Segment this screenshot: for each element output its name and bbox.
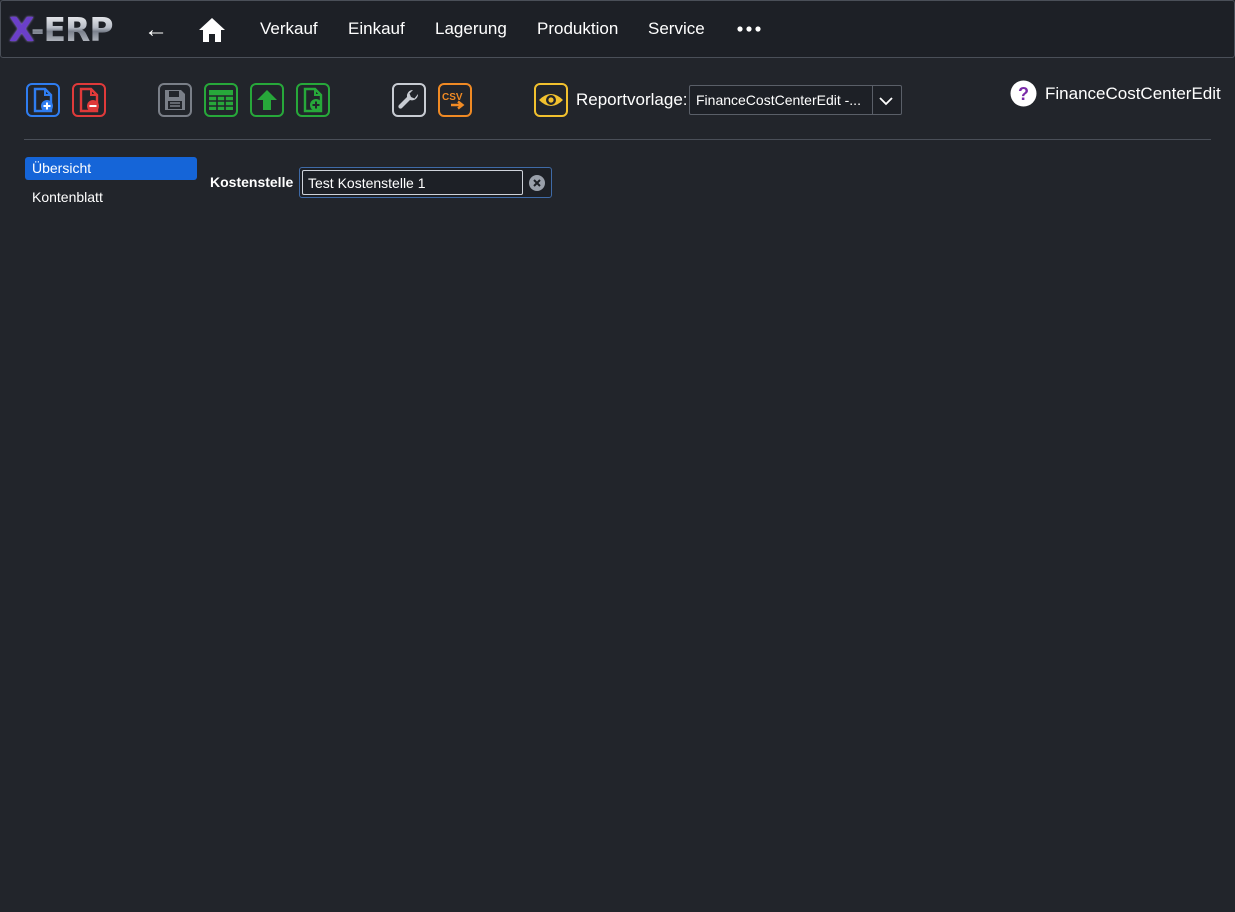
nav-item-produktion[interactable]: Produktion — [537, 19, 618, 39]
file-plus-icon — [33, 87, 53, 113]
csv-export-icon: CSV — [442, 92, 465, 110]
upload-button[interactable] — [250, 83, 284, 117]
save-button[interactable] — [158, 83, 192, 117]
top-navigation-bar: X-ERP ← Verkauf Einkauf Lagerung Produkt… — [0, 0, 1235, 58]
sidebar-item-kontenblatt[interactable]: Kontenblatt — [25, 186, 197, 209]
nav-item-einkauf[interactable]: Einkauf — [348, 19, 405, 39]
nav-item-lagerung[interactable]: Lagerung — [435, 19, 507, 39]
table-icon — [209, 90, 233, 110]
sidebar-item-uebersicht[interactable]: Übersicht — [25, 157, 197, 180]
add-file-button[interactable] — [296, 83, 330, 117]
help-icon[interactable]: ? — [1010, 80, 1037, 107]
table-view-button[interactable] — [204, 83, 238, 117]
file-minus-icon — [79, 87, 99, 113]
clear-icon[interactable] — [529, 175, 545, 191]
report-template-select[interactable]: FinanceCostCenterEdit -... — [689, 85, 902, 115]
csv-export-button[interactable]: CSV — [438, 83, 472, 117]
upload-arrow-icon — [257, 90, 277, 110]
chevron-down-icon[interactable] — [879, 94, 893, 108]
logo-text: -ERP — [30, 10, 114, 49]
more-dots-icon[interactable] — [734, 21, 764, 37]
svg-text:?: ? — [1018, 84, 1029, 104]
nav-item-verkauf[interactable]: Verkauf — [260, 19, 318, 39]
report-template-value: FinanceCostCenterEdit -... — [696, 92, 861, 108]
app-logo[interactable]: X-ERP — [9, 10, 114, 50]
home-icon[interactable] — [197, 16, 227, 44]
toolbar-divider — [24, 139, 1211, 140]
cost-center-label: Kostenstelle — [210, 174, 294, 190]
page-identifier: FinanceCostCenterEdit — [1045, 84, 1221, 103]
wrench-icon — [398, 89, 419, 109]
cost-center-field — [299, 167, 552, 198]
delete-document-button[interactable] — [72, 83, 106, 117]
eye-icon — [539, 94, 563, 106]
preview-button[interactable] — [534, 83, 568, 117]
cost-center-input[interactable] — [302, 170, 523, 195]
report-template-label: Reportvorlage: — [576, 90, 688, 109]
settings-button[interactable] — [392, 83, 426, 117]
back-arrow-icon[interactable]: ← — [142, 15, 170, 45]
new-document-button[interactable] — [26, 83, 60, 117]
logo-x: X — [9, 10, 32, 49]
file-plus-icon — [303, 87, 323, 113]
floppy-disk-icon — [165, 90, 185, 110]
nav-item-service[interactable]: Service — [648, 19, 705, 39]
select-divider — [872, 86, 873, 114]
